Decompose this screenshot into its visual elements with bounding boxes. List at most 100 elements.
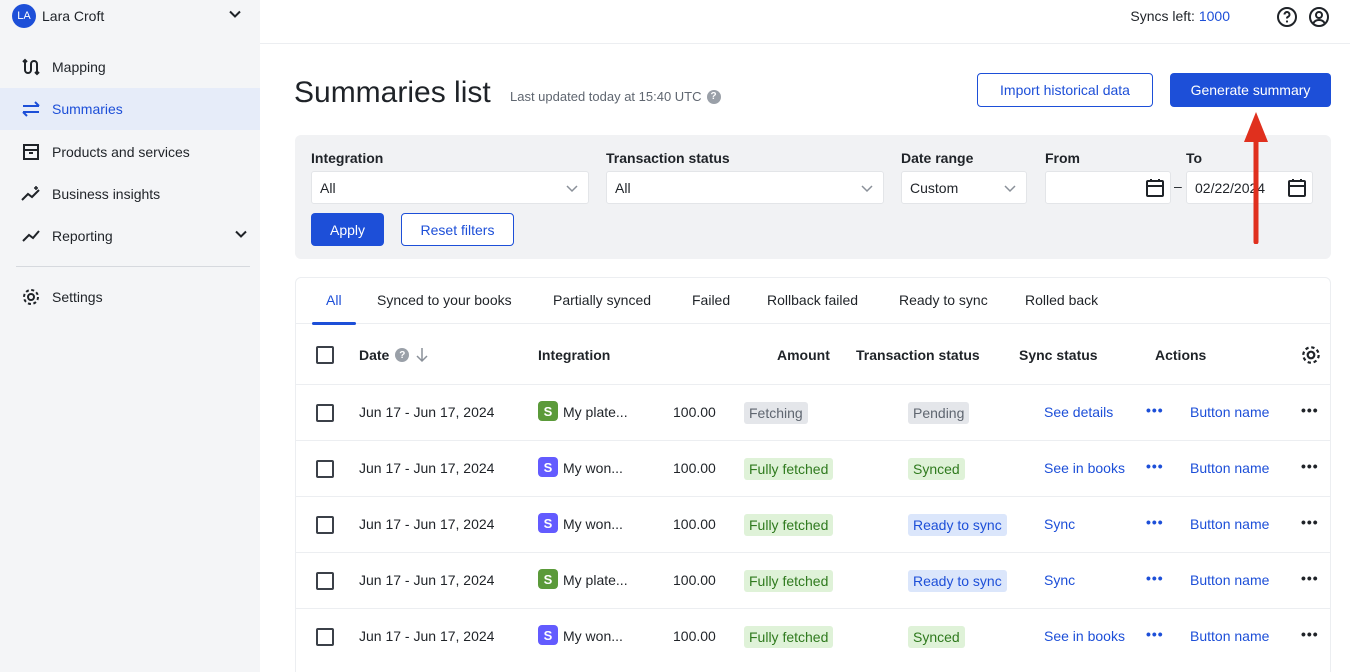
table-row[interactable]: Jun 17 - Jun 17, 2024 S My plate... 100.00 F…	[296, 384, 1330, 440]
apply-button[interactable]: Apply	[311, 213, 384, 246]
sync-status-link[interactable]: See in books	[1044, 628, 1125, 644]
row-menu-icon[interactable]: •••	[1301, 570, 1319, 586]
row-checkbox[interactable]	[316, 460, 334, 478]
row-amount: 100.00	[673, 516, 716, 532]
sidebar-divider	[16, 266, 250, 267]
sidebar-item-products[interactable]: Products and services	[0, 131, 260, 173]
row-date: Jun 17 - Jun 17, 2024	[359, 572, 495, 588]
info-icon[interactable]: ?	[395, 348, 410, 362]
transaction-status-label: Transaction status	[606, 150, 730, 166]
table-row[interactable]: Jun 17 - Jun 17, 2024 S My won... 100.00 Ful…	[296, 496, 1330, 552]
row-integration: My won...	[563, 460, 623, 476]
row-integration: My plate...	[563, 572, 628, 588]
more-options-icon[interactable]: •••	[1146, 458, 1164, 474]
calendar-icon[interactable]	[1144, 177, 1166, 199]
calendar-icon[interactable]	[1286, 177, 1308, 199]
sync-status-link[interactable]: See in books	[1044, 460, 1125, 476]
import-historical-data-button[interactable]: Import historical data	[977, 73, 1153, 107]
filters-panel: Integration All Transaction status All D…	[295, 135, 1331, 259]
sidebar-item-mapping[interactable]: Mapping	[0, 46, 260, 88]
gear-icon	[20, 286, 42, 308]
integration-select[interactable]: All	[311, 171, 589, 204]
row-amount: 100.00	[673, 460, 716, 476]
tab-partially-synced[interactable]: Partially synced	[553, 292, 651, 308]
from-date-input[interactable]	[1045, 171, 1171, 204]
top-bar: Syncs left: 1000	[260, 0, 1350, 44]
more-options-icon[interactable]: •••	[1146, 626, 1164, 642]
tab-ready-to-sync[interactable]: Ready to sync	[899, 292, 988, 308]
user-name: Lara Croft	[42, 8, 105, 24]
tab-synced-to-your-books[interactable]: Synced to your books	[377, 292, 512, 308]
archive-box-icon	[20, 141, 42, 163]
integration-column-header: Integration	[538, 347, 611, 363]
shopify-logo-icon: S	[538, 569, 558, 589]
sidebar-item-reporting[interactable]: Reporting	[0, 215, 260, 257]
tab-failed[interactable]: Failed	[692, 292, 730, 308]
row-menu-icon[interactable]: •••	[1301, 514, 1319, 530]
more-options-icon[interactable]: •••	[1146, 402, 1164, 418]
sidebar-item-summaries[interactable]: Summaries	[0, 88, 260, 130]
page-title: Summaries list	[294, 76, 491, 109]
table-row[interactable]: Jun 17 - Jun 17, 2024 S My won... 100.00 Ful…	[296, 608, 1330, 664]
row-action-button[interactable]: Button name	[1190, 516, 1269, 532]
row-action-button[interactable]: Button name	[1190, 404, 1269, 420]
stripe-logo-icon: S	[538, 513, 558, 533]
transaction-status-select[interactable]: All	[606, 171, 884, 204]
select-all-checkbox[interactable]	[316, 346, 334, 364]
sidebar-item-business-insights[interactable]: Business insights	[0, 173, 260, 215]
integration-label: Integration	[311, 150, 384, 166]
sidebar-item-settings[interactable]: Settings	[0, 276, 260, 318]
table-row[interactable]: Jun 17 - Jun 17, 2024 S My won... 100.00 Ful…	[296, 440, 1330, 496]
row-action-button[interactable]: Button name	[1190, 572, 1269, 588]
row-checkbox[interactable]	[316, 572, 334, 590]
tab-rolled-back[interactable]: Rolled back	[1025, 292, 1098, 308]
transaction-status-badge: Pending	[908, 402, 970, 424]
annotation-arrow-icon	[1244, 112, 1268, 244]
reset-filters-button[interactable]: Reset filters	[401, 213, 514, 246]
row-checkbox[interactable]	[316, 516, 334, 534]
date-range-select[interactable]: Custom	[901, 171, 1027, 204]
gear-icon[interactable]	[1300, 344, 1322, 366]
syncs-count[interactable]: 1000	[1199, 8, 1230, 24]
status-tabs: All Synced to your books Partially synce…	[296, 278, 1330, 325]
row-menu-icon[interactable]: •••	[1301, 458, 1319, 474]
more-options-icon[interactable]: •••	[1146, 570, 1164, 586]
row-action-button[interactable]: Button name	[1190, 628, 1269, 644]
tab-rollback-failed[interactable]: Rollback failed	[767, 292, 858, 308]
more-options-icon[interactable]: •••	[1146, 514, 1164, 530]
sync-status-link[interactable]: See details	[1044, 404, 1113, 420]
row-action-button[interactable]: Button name	[1190, 460, 1269, 476]
trend-line-icon	[20, 225, 42, 247]
sidebar-item-label: Business insights	[52, 186, 161, 202]
sync-status-link[interactable]: Sync	[1044, 572, 1075, 588]
sync-status-column-header: Sync status	[1019, 347, 1098, 363]
last-updated: Last updated today at 15:40 UTC ?	[510, 89, 721, 104]
last-updated-text: Last updated today at 15:40 UTC	[510, 89, 702, 104]
syncs-left: Syncs left: 1000	[1130, 8, 1230, 24]
row-checkbox[interactable]	[316, 404, 334, 422]
transaction-status-badge: Synced	[908, 626, 965, 648]
sync-status-link[interactable]: Sync	[1044, 516, 1075, 532]
help-icon[interactable]	[1276, 6, 1298, 28]
sidebar-item-label: Reporting	[52, 228, 113, 244]
active-tab-indicator	[312, 322, 356, 325]
row-menu-icon[interactable]: •••	[1301, 626, 1319, 642]
date-column-header[interactable]: Date ?	[359, 347, 429, 363]
row-checkbox[interactable]	[316, 628, 334, 646]
chevron-down-icon	[861, 185, 873, 193]
transaction-status-badge: Ready to sync	[908, 570, 1007, 592]
fetch-status-badge: Fully fetched	[744, 570, 834, 592]
tab-all[interactable]: All	[326, 292, 342, 308]
sort-down-icon[interactable]	[415, 347, 429, 363]
row-amount: 100.00	[673, 404, 716, 420]
sidebar: LA Lara Croft Mapping Summaries Products…	[0, 0, 260, 672]
row-menu-icon[interactable]: •••	[1301, 402, 1319, 418]
transaction-status-select-value: All	[615, 179, 631, 196]
generate-summary-button[interactable]: Generate summary	[1170, 73, 1331, 107]
info-icon[interactable]: ?	[706, 89, 721, 104]
user-menu[interactable]: LA Lara Croft	[12, 3, 248, 29]
account-icon[interactable]	[1308, 6, 1330, 28]
row-date: Jun 17 - Jun 17, 2024	[359, 404, 495, 420]
table-row[interactable]: Jun 17 - Jun 17, 2024 S My plate... 100.00 F…	[296, 552, 1330, 608]
sidebar-item-label: Summaries	[52, 101, 123, 117]
